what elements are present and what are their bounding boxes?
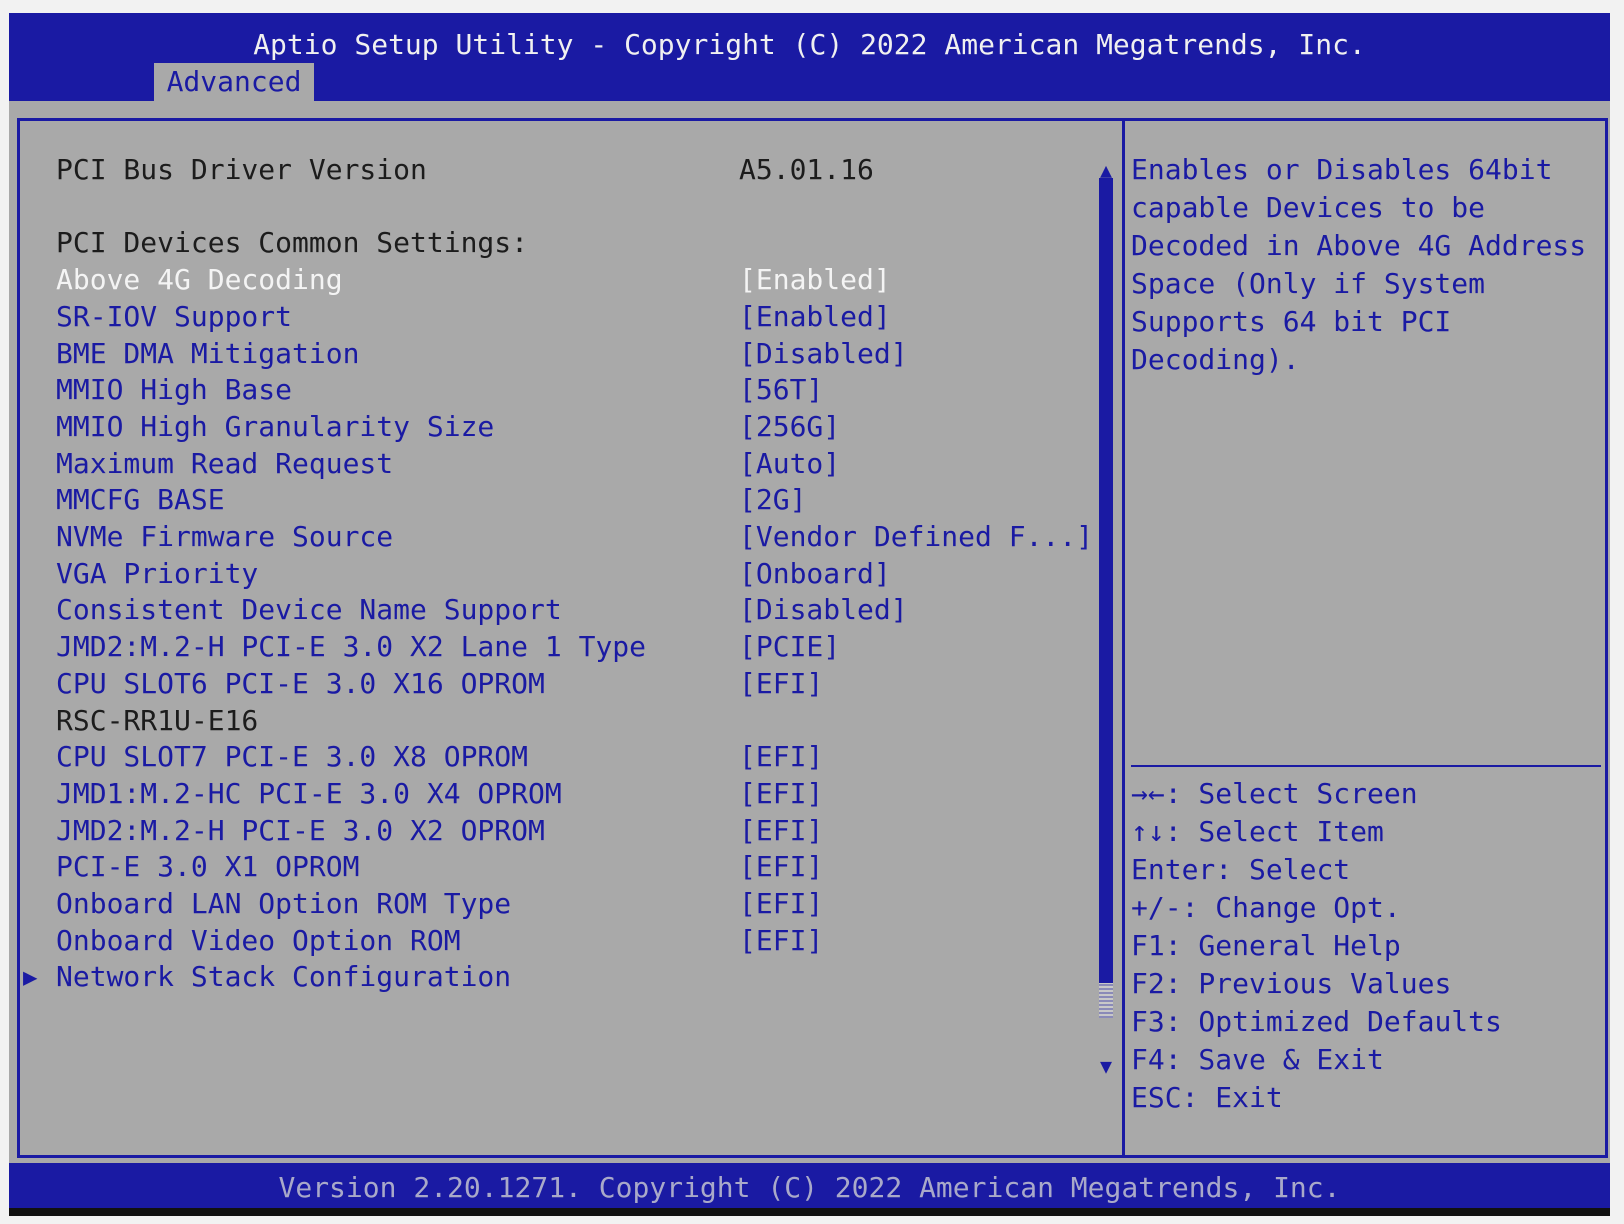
setting-value[interactable]: [256G] xyxy=(739,408,840,446)
setting-label: VGA Priority xyxy=(56,556,259,590)
app-title: Aptio Setup Utility - Copyright (C) 2022… xyxy=(253,28,1366,61)
setting-value[interactable]: [EFI] xyxy=(739,775,823,813)
setting-value[interactable]: [Enabled] xyxy=(739,298,891,336)
key-name: F4 xyxy=(1131,1043,1165,1076)
setting-label: CPU SLOT6 PCI-E 3.0 X16 OPROM xyxy=(56,666,545,700)
setting-label: RSC-RR1U-E16 xyxy=(56,703,259,737)
key-description: : General Help xyxy=(1164,929,1401,962)
key-description: : Select Item xyxy=(1164,815,1384,848)
help-divider xyxy=(1131,765,1601,767)
key-name: F1 xyxy=(1131,929,1165,962)
key-legend-item: F2: Previous Values xyxy=(1131,965,1601,1003)
version-text: Version 2.20.1271. Copyright (C) 2022 Am… xyxy=(278,1171,1341,1204)
setting-label: Onboard LAN Option ROM Type xyxy=(56,887,512,920)
key-legend-item: +/-: Change Opt. xyxy=(1131,889,1601,927)
setting-value[interactable]: [2G] xyxy=(739,481,806,519)
tab-advanced[interactable]: Advanced xyxy=(154,63,314,101)
setting-value[interactable]: [EFI] xyxy=(739,812,823,850)
setting-label: MMCFG BASE xyxy=(56,483,225,517)
key-legend-item: ↑↓: Select Item xyxy=(1131,813,1601,851)
setting-label: JMD2:M.2-H PCI-E 3.0 X2 OPROM xyxy=(56,813,545,847)
help-line: Enables or Disables 64bit xyxy=(1131,153,1553,186)
key-legend-item: F1: General Help xyxy=(1131,927,1601,965)
key-legend: →←: Select Screen ↑↓: Select Item Enter: S… xyxy=(1131,775,1601,1117)
setting-label: Consistent Device Name Support xyxy=(56,593,562,627)
setting-label: MMIO High Granularity Size xyxy=(56,409,495,443)
setting-label: CPU SLOT7 PCI-E 3.0 X8 OPROM xyxy=(56,740,529,774)
setting-label: JMD2:M.2-H PCI-E 3.0 X2 Lane 1 Type xyxy=(56,630,647,664)
key-description: : Previous Values xyxy=(1164,967,1452,1000)
key-name: ↑↓ xyxy=(1131,815,1165,848)
setting-value[interactable]: [Disabled] xyxy=(739,591,908,629)
setting-label: Network Stack Configuration xyxy=(56,960,512,994)
setting-value[interactable]: [Enabled] xyxy=(739,261,891,299)
submenu-arrow-icon: ▶ xyxy=(23,963,38,992)
setting-label: BME DMA Mitigation xyxy=(56,336,360,370)
key-legend-item: F4: Save & Exit xyxy=(1131,1041,1601,1079)
panel-divider xyxy=(1122,118,1125,1158)
key-name: →← xyxy=(1131,777,1165,810)
setting-value[interactable]: [EFI] xyxy=(739,738,823,776)
setting-value[interactable]: [EFI] xyxy=(739,885,823,923)
setting-value[interactable]: [Onboard] xyxy=(739,555,891,593)
help-line: Decoding). xyxy=(1131,343,1300,376)
scroll-down-icon[interactable]: ▼ xyxy=(1094,1047,1118,1085)
key-description: : Save & Exit xyxy=(1164,1043,1384,1076)
setting-label: SR-IOV Support xyxy=(56,299,293,333)
key-name: F2 xyxy=(1131,967,1165,1000)
setting-value[interactable]: [EFI] xyxy=(739,922,823,960)
key-description: : Optimized Defaults xyxy=(1164,1005,1502,1038)
header-bar: Aptio Setup Utility - Copyright (C) 2022… xyxy=(9,13,1610,101)
help-line: Space (Only if System xyxy=(1131,267,1486,300)
bios-screen: Aptio Setup Utility - Copyright (C) 2022… xyxy=(9,13,1610,1216)
key-name: F3 xyxy=(1131,1005,1165,1038)
key-legend-item: ESC: Exit xyxy=(1131,1079,1601,1117)
scrollbar-thumb[interactable] xyxy=(1099,983,1113,1018)
bottom-edge xyxy=(9,1208,1610,1216)
key-name: Enter xyxy=(1131,853,1216,886)
help-line: Supports 64 bit PCI xyxy=(1131,305,1452,338)
key-description: : Select Screen xyxy=(1164,777,1418,810)
setting-value[interactable]: [56T] xyxy=(739,371,823,409)
help-line: Decoded in Above 4G Address xyxy=(1131,229,1587,262)
key-name: +/- xyxy=(1131,891,1182,924)
setting-value: A5.01.16 xyxy=(739,153,874,186)
key-description: : Select xyxy=(1215,853,1351,886)
key-legend-item: F3: Optimized Defaults xyxy=(1131,1003,1601,1041)
setting-value[interactable]: [Vendor Defined F...] xyxy=(739,518,1093,556)
setting-value[interactable]: [PCIE] xyxy=(739,628,840,666)
key-description: : Change Opt. xyxy=(1181,891,1401,924)
setting-value[interactable]: [Disabled] xyxy=(739,335,908,373)
key-name: ESC xyxy=(1131,1081,1182,1114)
setting-label: JMD1:M.2-HC PCI-E 3.0 X4 OPROM xyxy=(56,776,562,810)
setting-label: PCI-E 3.0 X1 OPROM xyxy=(56,850,360,884)
key-legend-item: Enter: Select xyxy=(1131,851,1601,889)
setting-label: Onboard Video Option ROM xyxy=(56,923,461,957)
setting-value[interactable]: [EFI] xyxy=(739,848,823,886)
scrollbar[interactable] xyxy=(1099,178,1113,1018)
setting-label: MMIO High Base xyxy=(56,373,293,407)
setting-label: Maximum Read Request xyxy=(56,446,394,480)
help-line: capable Devices to be xyxy=(1131,191,1486,224)
setting-label: Above 4G Decoding xyxy=(56,263,343,297)
setting-label: PCI Bus Driver Version xyxy=(56,153,427,186)
key-legend-item: →←: Select Screen xyxy=(1131,775,1601,813)
setting-value[interactable]: [EFI] xyxy=(739,665,823,703)
setting-label: NVMe Firmware Source xyxy=(56,520,394,553)
help-text: Enables or Disables 64bit capable Devices… xyxy=(1131,151,1601,379)
setting-label: PCI Devices Common Settings: xyxy=(56,226,529,260)
setting-value[interactable]: [Auto] xyxy=(739,445,840,483)
key-description: : Exit xyxy=(1181,1081,1283,1114)
